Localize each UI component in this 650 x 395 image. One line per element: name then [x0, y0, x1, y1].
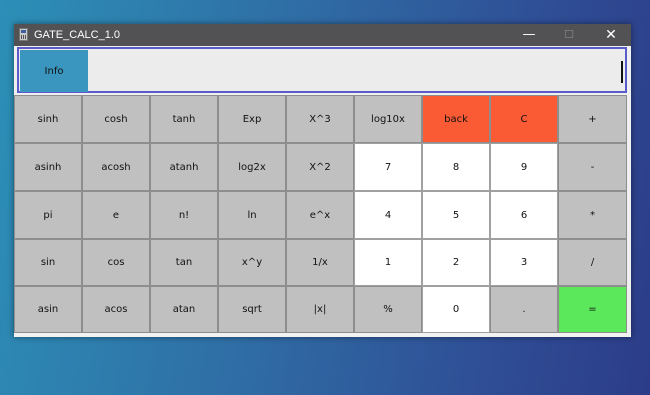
key-x-squared[interactable]: X^2	[286, 143, 354, 191]
key-0[interactable]: 0	[422, 286, 490, 333]
equals-button[interactable]: =	[558, 286, 627, 333]
key-1[interactable]: 1	[354, 239, 422, 286]
key-cos[interactable]: cos	[82, 239, 150, 286]
title-bar[interactable]: GATE_CALC_1.0 — ☐ ✕	[14, 24, 631, 46]
key-asin[interactable]: asin	[14, 286, 82, 333]
key-ln[interactable]: ln	[218, 191, 286, 239]
key-tan[interactable]: tan	[150, 239, 218, 286]
key-divide[interactable]: /	[558, 239, 627, 286]
key-e[interactable]: e	[82, 191, 150, 239]
key-acos[interactable]: acos	[82, 286, 150, 333]
minimize-button[interactable]: —	[509, 24, 549, 46]
key-log10x[interactable]: log10x	[354, 95, 422, 143]
window-title: GATE_CALC_1.0	[34, 29, 121, 41]
key-e-power-x[interactable]: e^x	[286, 191, 354, 239]
key-tanh[interactable]: tanh	[150, 95, 218, 143]
key-5[interactable]: 5	[422, 191, 490, 239]
key-2[interactable]: 2	[422, 239, 490, 286]
key-8[interactable]: 8	[422, 143, 490, 191]
info-button[interactable]: Info	[20, 50, 88, 92]
key-acosh[interactable]: acosh	[82, 143, 150, 191]
key-decimal[interactable]: .	[490, 286, 558, 333]
key-3[interactable]: 3	[490, 239, 558, 286]
key-minus[interactable]: -	[558, 143, 627, 191]
display-area: Info	[17, 47, 627, 93]
text-cursor	[621, 61, 623, 83]
key-x-cubed[interactable]: X^3	[286, 95, 354, 143]
key-atan[interactable]: atan	[150, 286, 218, 333]
key-asinh[interactable]: asinh	[14, 143, 82, 191]
key-factorial[interactable]: n!	[150, 191, 218, 239]
window-bottom-edge	[14, 333, 631, 337]
key-absolute[interactable]: |x|	[286, 286, 354, 333]
key-cosh[interactable]: cosh	[82, 95, 150, 143]
key-exp[interactable]: Exp	[218, 95, 286, 143]
key-4[interactable]: 4	[354, 191, 422, 239]
key-7[interactable]: 7	[354, 143, 422, 191]
close-button[interactable]: ✕	[591, 24, 631, 46]
key-sqrt[interactable]: sqrt	[218, 286, 286, 333]
key-x-power-y[interactable]: x^y	[218, 239, 286, 286]
display-field[interactable]	[95, 49, 615, 91]
key-sinh[interactable]: sinh	[14, 95, 82, 143]
clear-button[interactable]: C	[490, 95, 558, 143]
key-6[interactable]: 6	[490, 191, 558, 239]
maximize-button[interactable]: ☐	[549, 24, 589, 46]
keypad: sinh cosh tanh Exp X^3 log10x back C + a…	[14, 95, 631, 333]
key-multiply[interactable]: *	[558, 191, 627, 239]
back-button[interactable]: back	[422, 95, 490, 143]
key-percent[interactable]: %	[354, 286, 422, 333]
key-atanh[interactable]: atanh	[150, 143, 218, 191]
key-reciprocal[interactable]: 1/x	[286, 239, 354, 286]
key-9[interactable]: 9	[490, 143, 558, 191]
calculator-app-icon	[19, 28, 28, 41]
key-log2x[interactable]: log2x	[218, 143, 286, 191]
key-sin[interactable]: sin	[14, 239, 82, 286]
calculator-window: GATE_CALC_1.0 — ☐ ✕ Info sinh cosh tanh …	[14, 24, 631, 337]
key-pi[interactable]: pi	[14, 191, 82, 239]
key-plus[interactable]: +	[558, 95, 627, 143]
